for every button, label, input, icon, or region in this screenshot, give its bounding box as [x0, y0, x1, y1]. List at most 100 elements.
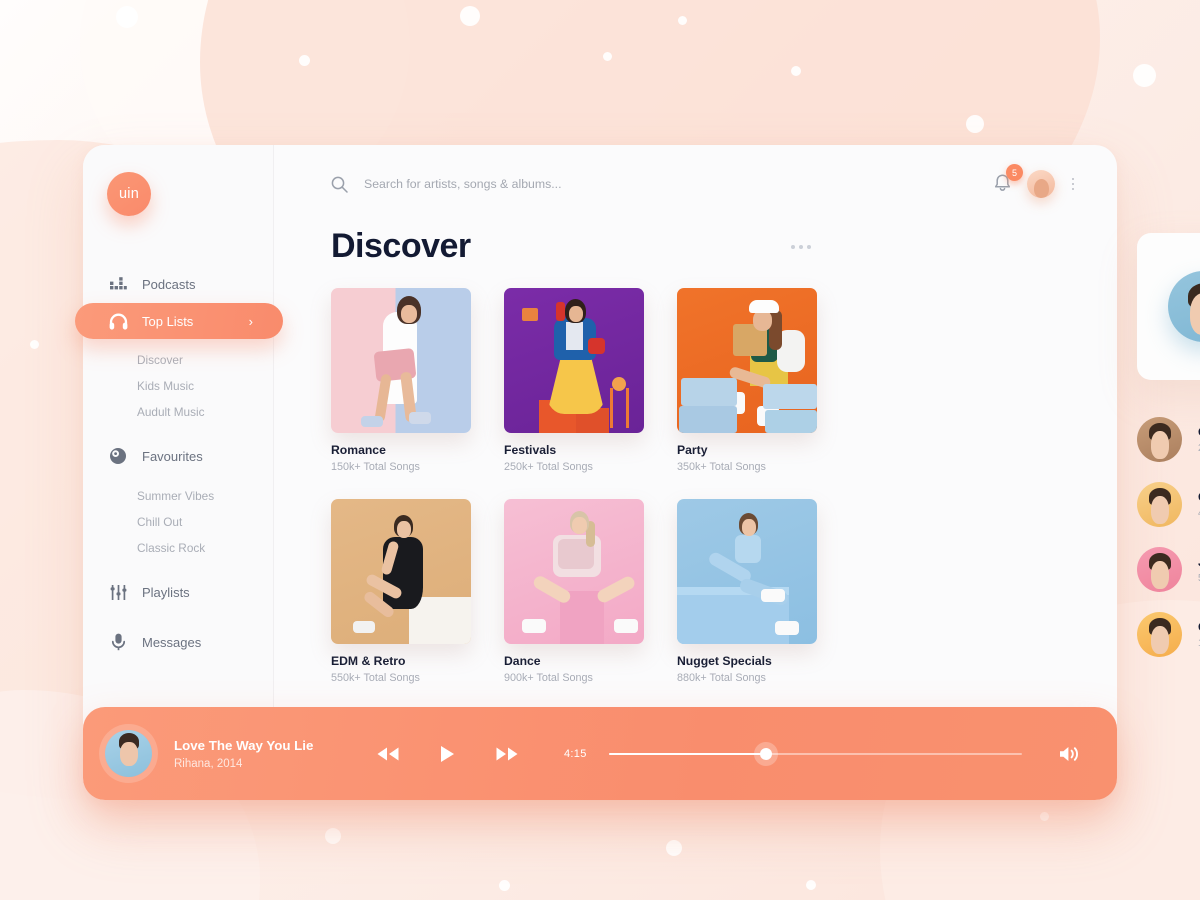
- category-thumbnail[interactable]: [677, 499, 817, 644]
- topbar: 5: [331, 145, 1117, 223]
- vertical-dots-icon: [1071, 177, 1075, 181]
- bg-dot: [1133, 64, 1156, 87]
- category-subtitle: 550k+ Total Songs: [331, 672, 420, 684]
- bg-dot: [1040, 812, 1049, 821]
- track-info: Love The Way You Lie Rihana, 2014: [174, 738, 354, 770]
- app-logo-text: uin: [119, 186, 139, 202]
- category-thumbnail[interactable]: [331, 288, 471, 433]
- microphone-icon: [108, 632, 128, 652]
- avatar: [1137, 612, 1182, 657]
- previous-button[interactable]: [376, 746, 400, 762]
- progress-thumb[interactable]: [759, 747, 772, 760]
- thumbnail-art: [677, 288, 817, 433]
- category-subtitle: 900k+ Total Songs: [504, 672, 593, 684]
- featured-artist-card[interactable]: Ray Johnson 2.5M Followers: [1137, 233, 1200, 380]
- category-title: EDM & Retro: [331, 654, 406, 668]
- volume-button[interactable]: [1058, 744, 1081, 764]
- category-subtitle: 880k+ Total Songs: [677, 672, 766, 684]
- artist-avatar: [1168, 271, 1200, 342]
- notifications-button[interactable]: 5: [993, 164, 1023, 195]
- category-subtitle: 150k+ Total Songs: [331, 461, 420, 473]
- bg-dot: [499, 880, 510, 891]
- thumbnail-art: [677, 499, 817, 644]
- progress-slider[interactable]: [608, 747, 1022, 760]
- page-more-button[interactable]: [790, 244, 811, 249]
- sidebar-item-playlists[interactable]: Playlists: [83, 573, 273, 611]
- list-item[interactable]: Ollie Hunt 2.5M Followers: [1137, 407, 1200, 472]
- app-window: uin Podcasts Top Lists › Discover Kids M…: [75, 145, 1200, 800]
- avatar[interactable]: [1027, 170, 1055, 198]
- sidebar-subitem-chill-out[interactable]: Chill Out: [83, 509, 273, 535]
- sidebar-item-favourites[interactable]: Favourites: [83, 437, 273, 475]
- followers-list: Ollie Hunt 2.5M Followers Connor Myers 4…: [1137, 407, 1200, 667]
- track-artwork: [105, 730, 152, 777]
- bg-dot: [603, 52, 612, 61]
- sidebar-subitem-audult-music[interactable]: Audult Music: [83, 399, 273, 425]
- progress-fill: [608, 752, 766, 755]
- category-title: Romance: [331, 443, 386, 457]
- category-card[interactable]: EDM & Retro 550k+ Total Songs: [331, 499, 471, 684]
- sidebar-subitem-label: Classic Rock: [137, 541, 206, 555]
- sidebar-item-label: Top Lists: [142, 313, 194, 329]
- category-card[interactable]: Romance 150k+ Total Songs: [331, 288, 471, 473]
- sidebar-subitem-summer-vibes[interactable]: Summer Vibes: [83, 483, 273, 509]
- player-bar: Love The Way You Lie Rihana, 2014 4:15: [83, 707, 1117, 800]
- rewind-icon: [376, 746, 400, 762]
- sidebar-item-label: Playlists: [142, 584, 190, 600]
- sidebar-item-label: Podcasts: [142, 276, 196, 292]
- topbar-more-button[interactable]: [1067, 177, 1079, 191]
- sliders-icon: [108, 582, 128, 602]
- play-icon: [440, 745, 455, 763]
- sidebar: uin Podcasts Top Lists › Discover Kids M…: [75, 145, 283, 800]
- bg-dot: [666, 840, 682, 856]
- sidebar-subitem-discover[interactable]: Discover: [83, 347, 273, 373]
- thumbnail-art: [504, 499, 644, 644]
- category-thumbnail[interactable]: [504, 288, 644, 433]
- category-thumbnail[interactable]: [677, 288, 817, 433]
- category-subtitle: 350k+ Total Songs: [677, 461, 766, 473]
- bg-dot: [116, 6, 138, 28]
- search-bar[interactable]: [331, 176, 993, 193]
- app-logo[interactable]: uin: [107, 172, 151, 216]
- page-title: Discover: [331, 227, 471, 265]
- sidebar-subitem-label: Summer Vibes: [137, 489, 215, 503]
- play-button[interactable]: [440, 745, 455, 763]
- category-subtitle: 250k+ Total Songs: [504, 461, 593, 473]
- bg-dot: [30, 340, 39, 349]
- bg-dot: [325, 828, 341, 844]
- avatar: [1137, 482, 1182, 527]
- sidebar-item-podcasts[interactable]: Podcasts: [83, 265, 273, 303]
- category-card[interactable]: Party 350k+ Total Songs: [677, 288, 817, 473]
- category-card[interactable]: Nugget Specials 880k+ Total Songs: [677, 499, 817, 684]
- track-artist: Rihana, 2014: [174, 757, 243, 770]
- category-card[interactable]: Dance 900k+ Total Songs: [504, 499, 644, 684]
- sidebar-subitem-label: Discover: [137, 353, 183, 367]
- sidebar-item-messages[interactable]: Messages: [83, 623, 273, 661]
- list-item[interactable]: Craig Bell 10M Followers: [1137, 602, 1200, 667]
- vertical-dots-icon: [1071, 182, 1075, 186]
- topbar-actions: 5: [993, 164, 1079, 198]
- sidebar-nav: Podcasts Top Lists › Discover Kids Music: [75, 265, 283, 661]
- disc-icon: [108, 446, 128, 466]
- discover-grid: Romance 150k+ Total Songs Festivals 250k…: [331, 288, 831, 684]
- bg-dot: [460, 6, 480, 26]
- category-thumbnail[interactable]: [504, 499, 644, 644]
- sidebar-subitem-classic-rock[interactable]: Classic Rock: [83, 535, 273, 561]
- sidebar-subitem-kids-music[interactable]: Kids Music: [83, 373, 273, 399]
- headphones-icon: [108, 311, 128, 331]
- search-input[interactable]: [364, 177, 684, 191]
- category-thumbnail[interactable]: [331, 499, 471, 644]
- track-time: 4:15: [564, 747, 587, 760]
- notification-badge: 5: [1006, 164, 1023, 181]
- list-item[interactable]: Connor Myers 4.5M Followers: [1137, 472, 1200, 537]
- search-icon: [331, 176, 348, 193]
- avatar: [1137, 547, 1182, 592]
- next-button[interactable]: [495, 746, 519, 762]
- sidebar-item-top-lists[interactable]: Top Lists ›: [75, 303, 283, 339]
- category-card[interactable]: Festivals 250k+ Total Songs: [504, 288, 644, 473]
- list-item[interactable]: Jeffery Allen 5.5M Followers: [1137, 537, 1200, 602]
- bg-dot: [806, 880, 816, 890]
- main-content: 5 Discover: [274, 145, 1200, 800]
